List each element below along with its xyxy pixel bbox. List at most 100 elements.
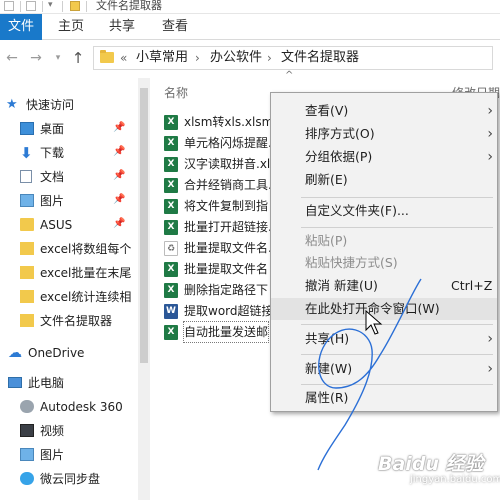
menu-open-command-window[interactable]: 在此处打开命令窗口(W)	[271, 298, 497, 320]
folder-icon	[20, 266, 34, 279]
column-header-name[interactable]: 名称	[164, 84, 188, 101]
tab-file[interactable]: 文件	[0, 14, 42, 40]
file-name: 提取word超链接	[184, 304, 274, 318]
file-name: 批量打开超链接.	[184, 220, 272, 234]
menu-separator	[301, 227, 493, 228]
pin-icon: 📌	[113, 146, 126, 157]
documents-icon	[20, 170, 32, 183]
menu-properties-label: 属性(R)	[305, 390, 349, 405]
menu-new[interactable]: 新建(W) ›	[271, 358, 497, 380]
menu-group-by[interactable]: 分组依据(P) ›	[271, 146, 497, 168]
excel-file-icon: X	[164, 283, 178, 298]
excel-file-icon: X	[164, 178, 178, 193]
nav-item-label: 下载	[40, 146, 65, 160]
menu-group-label: 分组依据(P)	[305, 149, 373, 164]
submenu-arrow-icon: ›	[487, 126, 493, 142]
autodesk-icon	[20, 400, 34, 413]
submenu-arrow-icon: ›	[487, 331, 493, 347]
videos-icon	[20, 424, 34, 437]
menu-share[interactable]: 共享(H) ›	[271, 328, 497, 350]
recent-locations-icon[interactable]: ▾	[50, 49, 66, 67]
menu-separator	[301, 384, 493, 385]
nav-item-label: 图片	[40, 448, 65, 462]
crumb-separator[interactable]: ›	[267, 50, 272, 66]
nav-item-label: excel统计连续相	[40, 290, 132, 304]
nav-item-label: 桌面	[40, 122, 65, 136]
menu-sort-by[interactable]: 排序方式(O) ›	[271, 123, 497, 145]
watermark-brand: Baidu 经验	[378, 453, 484, 475]
excel-file-icon: X	[164, 325, 178, 340]
computer-icon	[8, 377, 22, 388]
title-folder-icon	[70, 1, 80, 11]
cloud-icon: ☁	[8, 345, 22, 361]
file-name: xlsm转xls.xlsm	[184, 115, 274, 129]
quick-access-properties-icon[interactable]	[4, 1, 14, 11]
navigation-pane: ★ 快速访问 桌面 ⬇ 下载 文档 图片 ASUS excel将数组每个 exc…	[0, 78, 138, 500]
pictures-icon	[20, 448, 34, 461]
nav-item-label: Autodesk 360	[40, 400, 123, 414]
nav-item-label: 文件名提取器	[40, 314, 113, 328]
menu-new-label: 新建(W)	[305, 361, 353, 376]
context-menu: 查看(V) › 排序方式(O) › 分组依据(P) › 刷新(E) 自定义文件夹(F)…	[270, 92, 498, 412]
menu-separator	[301, 197, 493, 198]
recycle-file-icon: ♻	[164, 241, 178, 256]
nav-scrollbar[interactable]	[138, 78, 150, 500]
nav-this-pc-label: 此电脑	[28, 376, 65, 390]
menu-share-label: 共享(H)	[305, 331, 350, 346]
crumb-xiaocao[interactable]: 小草常用	[136, 50, 188, 66]
nav-item-label: 图片	[40, 194, 65, 208]
file-name: 批量提取文件名	[184, 262, 269, 276]
menu-paste[interactable]: 粘贴(P)	[271, 230, 497, 252]
quick-access-dropdown-icon[interactable]: ▾	[48, 1, 58, 11]
address-overflow[interactable]: «	[120, 50, 127, 66]
menu-properties[interactable]: 属性(R)	[271, 387, 497, 409]
menu-undo-shortcut: Ctrl+Z	[451, 278, 493, 293]
window-title: 文件名提取器	[96, 0, 162, 12]
crumb-separator[interactable]: ›	[195, 50, 200, 66]
menu-sort-label: 排序方式(O)	[305, 126, 375, 141]
crumb-current-folder[interactable]: 文件名提取器	[281, 50, 359, 66]
file-name: 合并经销商工具.	[184, 178, 272, 192]
menu-open-cmd-label: 在此处打开命令窗口(W)	[305, 301, 440, 316]
menu-view[interactable]: 查看(V) ›	[271, 100, 497, 122]
menu-customize-folder[interactable]: 自定义文件夹(F)...	[271, 200, 497, 222]
forward-arrow-icon[interactable]: →	[28, 49, 44, 67]
nav-scrollbar-thumb[interactable]	[140, 88, 148, 363]
ribbon-tabs: 文件 主页 共享 查看	[0, 14, 500, 40]
submenu-arrow-icon: ›	[487, 149, 493, 165]
menu-separator	[301, 354, 493, 355]
weiyun-icon	[20, 472, 34, 485]
excel-file-icon: X	[164, 262, 178, 277]
menu-paste-shortcut[interactable]: 粘贴快捷方式(S)	[271, 252, 497, 274]
nav-item-label: 微云同步盘	[40, 472, 101, 486]
download-icon: ⬇	[20, 144, 33, 162]
excel-file-icon: X	[164, 157, 178, 172]
menu-refresh[interactable]: 刷新(E)	[271, 169, 497, 191]
back-arrow-icon[interactable]: ←	[4, 49, 20, 67]
title-separator	[20, 1, 21, 12]
quick-access-new-folder-icon[interactable]	[26, 1, 36, 11]
excel-file-icon: X	[164, 220, 178, 235]
pictures-icon	[20, 194, 34, 207]
menu-undo-new[interactable]: 撤消 新建(U) Ctrl+Z	[271, 275, 497, 297]
title-separator	[86, 1, 87, 12]
crumb-office-software[interactable]: 办公软件	[210, 50, 262, 66]
word-file-icon: W	[164, 304, 178, 319]
nav-item-label: 文档	[40, 170, 65, 184]
nav-quick-access-label: 快速访问	[26, 98, 75, 112]
file-name: 单元格闪烁提醒.	[184, 136, 272, 150]
address-folder-icon	[100, 50, 114, 63]
nav-item-label: excel批量在末尾	[40, 266, 132, 280]
tab-view[interactable]: 查看	[160, 14, 190, 40]
nav-onedrive-label: OneDrive	[28, 346, 85, 360]
tab-share[interactable]: 共享	[107, 14, 137, 40]
tab-home[interactable]: 主页	[56, 14, 86, 40]
title-separator	[42, 1, 43, 12]
menu-customize-label: 自定义文件夹(F)...	[305, 203, 409, 218]
folder-icon	[20, 242, 34, 255]
up-arrow-icon[interactable]: ↑	[70, 49, 86, 67]
file-name: 将文件复制到指	[184, 199, 269, 213]
title-bar: ▾ 文件名提取器	[0, 0, 500, 14]
pin-icon: 📌	[113, 170, 126, 181]
address-bar[interactable]: « 小草常用 › 办公软件 › 文件名提取器	[93, 46, 493, 70]
